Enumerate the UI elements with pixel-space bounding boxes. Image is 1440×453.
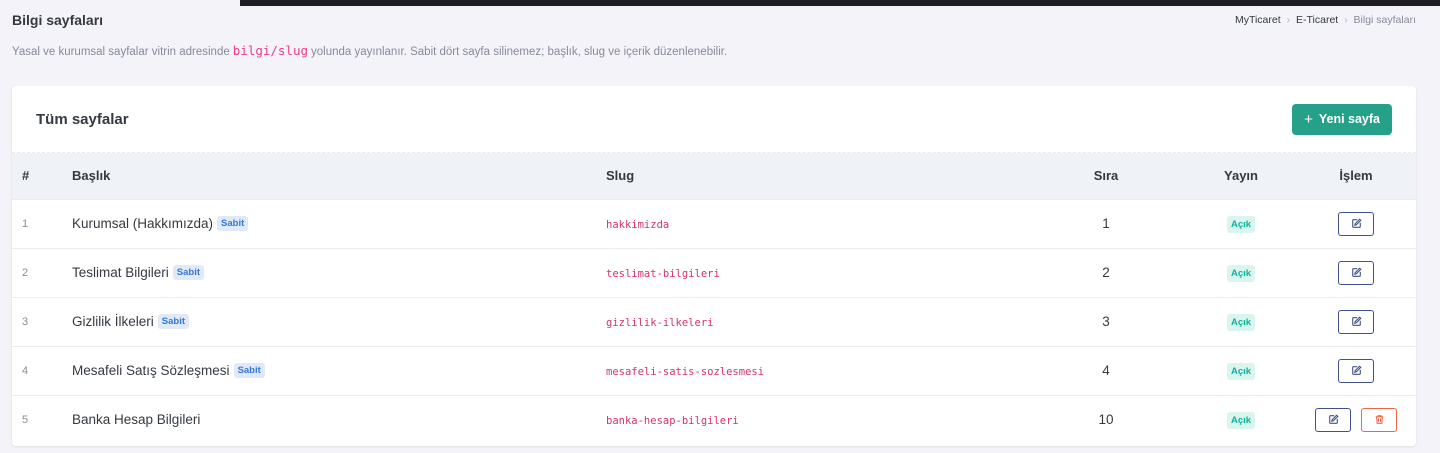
header-title[interactable]: Başlık xyxy=(72,153,606,199)
breadcrumb-item-myticaret[interactable]: MyTicaret xyxy=(1235,14,1281,26)
published-cell: Açık xyxy=(1186,297,1296,346)
row-actions xyxy=(1296,309,1416,334)
table-row: 4 Mesafeli Satış Sözleşmesi Sabit mesafeli-… xyxy=(12,346,1416,395)
row-number: 1 xyxy=(22,217,29,230)
pages-table: # Başlık Slug Sıra Yayın İşlem 1 Kurumsal… xyxy=(12,153,1416,444)
actions-cell xyxy=(1296,346,1416,395)
breadcrumb-item-current: Bilgi sayfaları xyxy=(1353,14,1416,26)
order-cell: 3 xyxy=(1102,314,1110,329)
pages-card: Tüm sayfalar + Yeni sayfa # Başlık Slug … xyxy=(12,86,1416,446)
edit-button[interactable] xyxy=(1338,358,1374,383)
order-cell: 4 xyxy=(1102,363,1110,378)
row-actions xyxy=(1296,211,1416,236)
table-row: 2 Teslimat Bilgileri Sabit teslimat-bilgile… xyxy=(12,248,1416,297)
status-badge: Açık xyxy=(1226,264,1256,282)
edit-button[interactable] xyxy=(1315,407,1351,432)
delete-button[interactable] xyxy=(1361,407,1397,432)
status-badge: Açık xyxy=(1226,215,1256,233)
row-number: 3 xyxy=(22,315,29,328)
topbar-strip xyxy=(240,0,1440,6)
slug-text: gizlilik-ilkeleri xyxy=(606,317,714,329)
slug-text: hakkimizda xyxy=(606,219,670,231)
fixed-badge: Sabit xyxy=(233,363,265,379)
description-code: bilgi/slug xyxy=(232,43,309,58)
edit-icon xyxy=(1328,414,1339,425)
status-badge: Açık xyxy=(1226,362,1256,380)
status-badge: Açık xyxy=(1226,313,1256,331)
edit-icon xyxy=(1351,365,1362,376)
title-cell: Mesafeli Satış Sözleşmesi Sabit xyxy=(72,346,606,395)
page-title-cell: Gizlilik İlkeleri xyxy=(72,313,154,329)
page-title-cell: Mesafeli Satış Sözleşmesi xyxy=(72,362,230,378)
new-page-button-label: Yeni sayfa xyxy=(1318,112,1380,126)
row-actions xyxy=(1296,358,1416,383)
edit-icon xyxy=(1351,218,1362,229)
published-cell: Açık xyxy=(1186,199,1296,248)
status-badge: Açık xyxy=(1226,411,1256,429)
actions-cell xyxy=(1296,248,1416,297)
plus-icon: + xyxy=(1304,110,1313,128)
card-title: Tüm sayfalar xyxy=(36,110,129,128)
chevron-right-icon: › xyxy=(1344,14,1348,26)
header-order[interactable]: Sıra xyxy=(1026,153,1186,199)
page-title-cell: Banka Hesap Bilgileri xyxy=(72,412,201,428)
published-cell: Açık xyxy=(1186,395,1296,444)
table-row: 3 Gizlilik İlkeleri Sabit gizlilik-ilkeleri… xyxy=(12,297,1416,346)
page-title-cell: Kurumsal (Hakkımızda) xyxy=(72,215,214,231)
actions-cell xyxy=(1296,297,1416,346)
title-cell: Teslimat Bilgileri Sabit xyxy=(72,248,606,297)
order-cell: 1 xyxy=(1102,216,1110,231)
fixed-badge: Sabit xyxy=(172,265,205,281)
title-cell: Gizlilik İlkeleri Sabit xyxy=(72,297,606,346)
description-text-after: yolunda yayınlanır. Sabit dört sayfa sil… xyxy=(311,46,728,58)
slug-text: mesafeli-satis-sozlesmesi xyxy=(606,366,765,378)
fixed-badge: Sabit xyxy=(217,216,249,232)
slug-cell: gizlilik-ilkeleri xyxy=(606,297,1026,346)
page-title-cell: Teslimat Bilgileri xyxy=(72,264,169,280)
description-text-before: Yasal ve kurumsal sayfalar vitrin adresi… xyxy=(12,46,230,58)
table-row: 1 Kurumsal (Hakkımızda) Sabit hakkimizda 1 Aç… xyxy=(12,199,1416,248)
slug-cell: hakkimizda xyxy=(606,199,1026,248)
header-published[interactable]: Yayın xyxy=(1186,153,1296,199)
slug-text: banka-hesap-bilgileri xyxy=(606,415,739,428)
chevron-right-icon: › xyxy=(1286,14,1290,26)
published-cell: Açık xyxy=(1186,248,1296,297)
row-number: 2 xyxy=(22,266,29,279)
edit-button[interactable] xyxy=(1338,309,1374,334)
table-row: 5 Banka Hesap Bilgileri banka-hesap-bilgil… xyxy=(12,395,1416,444)
header-slug[interactable]: Slug xyxy=(606,153,1026,199)
page-title: Bilgi sayfaları xyxy=(12,12,104,28)
order-cell: 10 xyxy=(1098,412,1114,428)
breadcrumb-item-eticaret[interactable]: E-Ticaret xyxy=(1296,14,1338,26)
row-actions xyxy=(1296,407,1416,432)
header-num: # xyxy=(22,168,30,184)
trash-icon xyxy=(1374,414,1385,425)
edit-icon xyxy=(1351,316,1362,327)
order-cell: 2 xyxy=(1102,265,1110,280)
row-actions xyxy=(1296,260,1416,285)
header-actions: İşlem xyxy=(1339,168,1373,184)
slug-cell: teslimat-bilgileri xyxy=(606,248,1026,297)
actions-cell xyxy=(1296,199,1416,248)
page-header: Bilgi sayfaları MyTicaret › E-Ticaret › … xyxy=(12,10,1416,30)
row-number: 5 xyxy=(22,413,29,426)
slug-cell: banka-hesap-bilgileri xyxy=(606,395,1026,444)
slug-text: teslimat-bilgileri xyxy=(606,268,720,280)
new-page-button[interactable]: + Yeni sayfa xyxy=(1292,103,1392,135)
slug-cell: mesafeli-satis-sozlesmesi xyxy=(606,346,1026,395)
card-header: Tüm sayfalar + Yeni sayfa xyxy=(12,86,1416,153)
edit-icon xyxy=(1351,267,1362,278)
row-number: 4 xyxy=(22,364,29,377)
edit-button[interactable] xyxy=(1338,260,1374,285)
page-description: Yasal ve kurumsal sayfalar vitrin adresi… xyxy=(12,43,727,58)
published-cell: Açık xyxy=(1186,346,1296,395)
title-cell: Banka Hesap Bilgileri xyxy=(72,395,606,444)
breadcrumb: MyTicaret › E-Ticaret › Bilgi sayfaları xyxy=(1235,14,1416,26)
fixed-badge: Sabit xyxy=(157,314,189,330)
table-header-row: # Başlık Slug Sıra Yayın İşlem xyxy=(12,153,1416,199)
actions-cell xyxy=(1296,395,1416,444)
title-cell: Kurumsal (Hakkımızda) Sabit xyxy=(72,199,606,248)
edit-button[interactable] xyxy=(1338,211,1374,236)
